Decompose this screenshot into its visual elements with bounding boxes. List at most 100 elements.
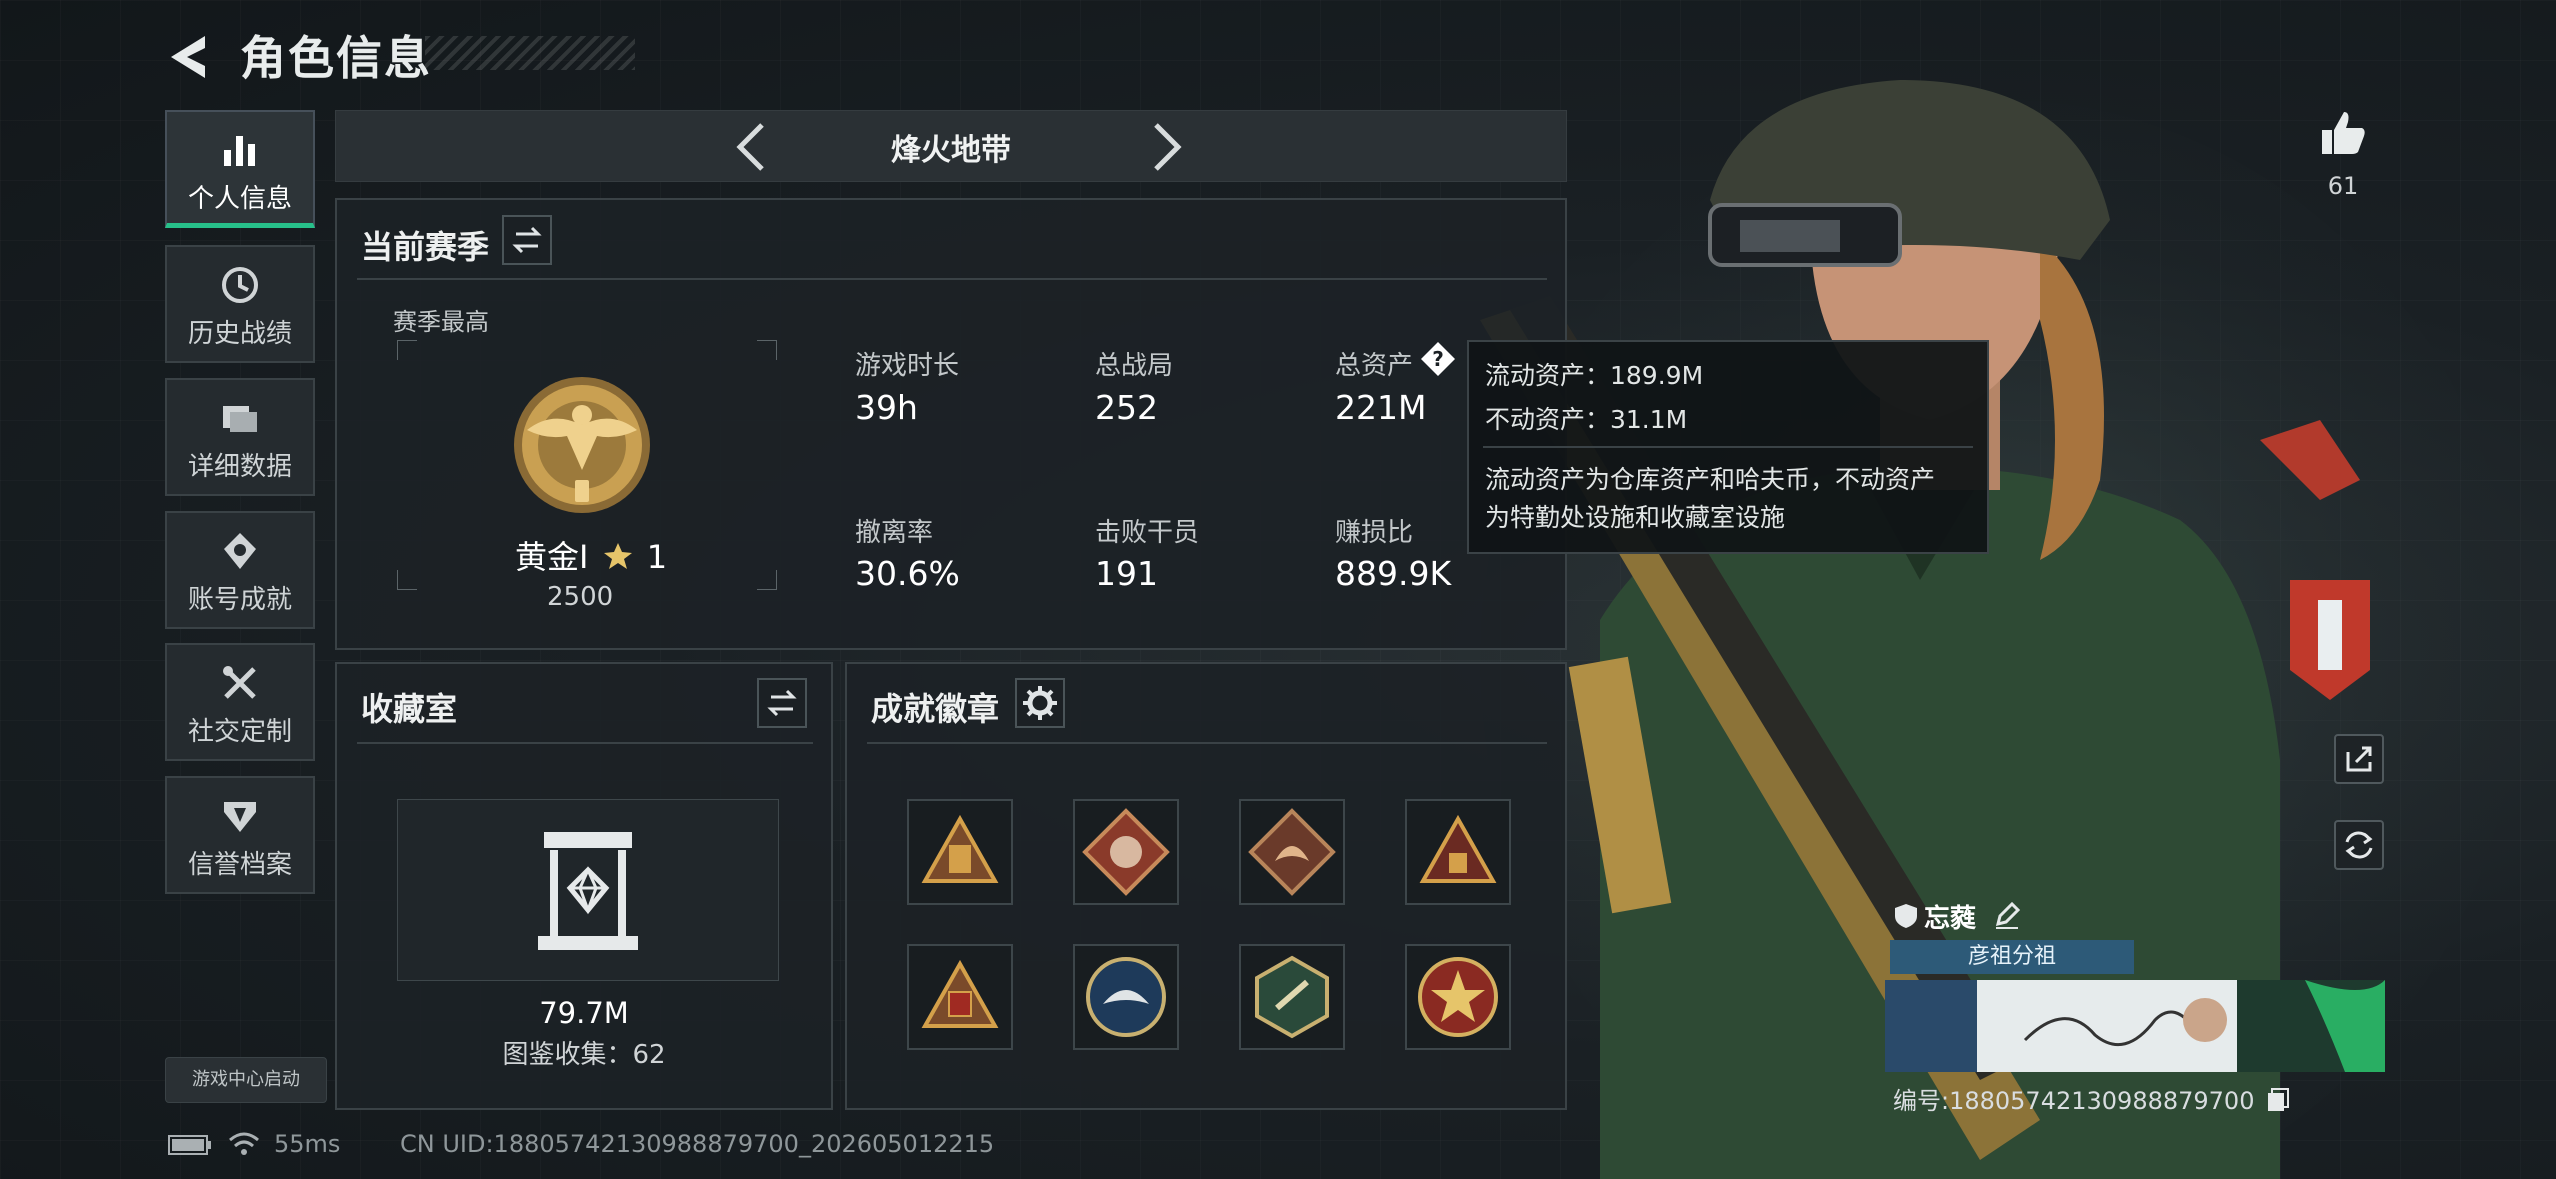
copy-icon[interactable] [2266, 1087, 2290, 1113]
title-decoration [425, 36, 635, 70]
player-card [1885, 980, 2385, 1072]
wolf-badge-icon [1082, 808, 1170, 896]
share-button[interactable] [2334, 734, 2384, 784]
refresh-button[interactable] [2334, 820, 2384, 870]
svg-text:?: ? [1432, 347, 1444, 371]
divider [357, 278, 1547, 280]
collection-switch-button[interactable] [757, 678, 807, 728]
sidebar-item-personal-info[interactable]: 个人信息 [165, 110, 315, 228]
vault-display-icon [538, 832, 638, 950]
rank-name: 黄金I [515, 538, 589, 576]
badge-1[interactable] [907, 799, 1013, 905]
divider [357, 742, 813, 744]
collection-count: 图鉴收集：62 [502, 1040, 666, 1070]
mode-title: 烽火地带 [891, 133, 1011, 168]
sidebar-item-history[interactable]: 历史战绩 [165, 245, 315, 363]
badges-title: 成就徽章 [871, 690, 1000, 728]
stat-value: 39h [855, 388, 918, 427]
badges-settings-button[interactable] [1015, 678, 1065, 728]
sidebar-item-social[interactable]: 社交定制 [165, 643, 315, 761]
refresh-icon [2345, 831, 2373, 859]
stat-value: 191 [1095, 554, 1158, 593]
season-panel: 当前赛季 赛季最高 黄金I 1 2500 游戏时长 39h 总战局 252 总资… [335, 198, 1567, 650]
wifi-icon [229, 1132, 259, 1155]
battery-icon [168, 1135, 211, 1155]
rank-stars: 1 [646, 538, 668, 576]
sidebar-item-label: 社交定制 [187, 717, 292, 747]
stat-label: 赚损比 [1335, 518, 1414, 548]
stat-label: 总资产 [1335, 351, 1414, 381]
badge-6[interactable] [1073, 944, 1179, 1050]
sidebar-item-label: 账号成就 [187, 585, 292, 615]
pyramid-badge-icon [921, 959, 999, 1028]
dragon-badge-icon [1248, 808, 1336, 896]
season-best-label: 赛季最高 [393, 308, 489, 336]
gold-rank-medal-icon [514, 377, 650, 513]
collection-panel[interactable]: 收藏室 79.7M 图鉴收集：62 [335, 662, 833, 1110]
player-card-art [1885, 980, 2385, 1072]
badge-7[interactable] [1239, 944, 1345, 1050]
collection-title: 收藏室 [361, 690, 458, 728]
tooltip-liquid-assets: 流动资产：189.9M [1485, 361, 1704, 390]
badge-4[interactable] [1405, 799, 1511, 905]
badge-8[interactable] [1405, 944, 1511, 1050]
divider [867, 742, 1547, 744]
stat-value: 889.9K [1335, 554, 1452, 593]
chevron-right-icon[interactable] [1136, 119, 1192, 175]
star-icon [603, 543, 632, 569]
pyramid-badge-icon [1419, 814, 1497, 883]
season-title: 当前赛季 [361, 228, 490, 266]
help-icon[interactable]: ? [1419, 340, 1457, 378]
shield-icon [224, 802, 256, 832]
page-title: 角色信息 [240, 31, 432, 85]
clock-icon [222, 267, 258, 303]
tooltip-fixed-assets: 不动资产：31.1M [1485, 405, 1688, 434]
mode-selector: 烽火地带 [335, 110, 1567, 182]
game-center-launch-button[interactable]: 游戏中心启动 [165, 1057, 327, 1103]
season-switch-button[interactable] [502, 215, 552, 265]
uid-status: CN UID:18805742130988879700_202605012215 [400, 1130, 995, 1158]
folder-icon [223, 406, 257, 432]
thumbs-up-icon[interactable] [2318, 108, 2368, 158]
bar-chart-icon [224, 136, 255, 166]
sidebar-item-details[interactable]: 详细数据 [165, 378, 315, 496]
back-arrow-icon[interactable] [165, 32, 215, 82]
collection-value: 79.7M [539, 996, 629, 1030]
stat-label: 撤离率 [855, 518, 934, 548]
stat-label: 总战局 [1095, 351, 1174, 381]
stat-value: 252 [1095, 388, 1158, 427]
stat-value: 221M [1335, 388, 1427, 427]
sidebar-item-label: 历史战绩 [187, 319, 292, 349]
sidebar-item-label: 信誉档案 [187, 850, 292, 880]
asset-tooltip: 流动资产：189.9M 不动资产：31.1M 流动资产为仓库资产和哈夫币，不动资… [1467, 340, 1989, 554]
badge-5[interactable] [907, 944, 1013, 1050]
badge-2[interactable] [1073, 799, 1179, 905]
likes-count: 61 [2327, 172, 2359, 200]
eagle-badge-icon [1086, 957, 1166, 1037]
sidebar-item-achievements[interactable]: 账号成就 [165, 511, 315, 629]
stat-label: 游戏时长 [855, 351, 960, 381]
player-serial-text: 编号:18805742130988879700 [1893, 1087, 2255, 1115]
swap-icon [512, 226, 542, 254]
collection-preview [397, 799, 779, 981]
edit-pencil-icon[interactable] [1992, 900, 2022, 930]
ping-status: 55ms [274, 1130, 341, 1158]
star-emblem-badge-icon [1418, 957, 1498, 1037]
tooltip-description: 流动资产为仓库资产和哈夫币，不动资产 [1485, 465, 1936, 494]
sidebar-item-label: 个人信息 [187, 184, 292, 214]
sidebar-item-credit[interactable]: 信誉档案 [165, 776, 315, 894]
badges-panel[interactable]: 成就徽章 [845, 662, 1567, 1110]
tooltip-description: 为特勤处设施和收藏室设施 [1485, 503, 1786, 532]
player-serial: 编号:18805742130988879700 [1893, 1081, 2290, 1116]
gear-icon [1023, 686, 1057, 720]
hexagon-badge-icon [1255, 955, 1329, 1039]
rank-score: 2500 [547, 582, 614, 612]
stat-value: 30.6% [855, 554, 960, 593]
share-icon [2346, 746, 2372, 772]
divider [1483, 446, 1973, 448]
badge-3[interactable] [1239, 799, 1345, 905]
tools-icon [223, 666, 256, 699]
pyramid-badge-icon [921, 814, 999, 883]
stat-label: 击败干员 [1095, 518, 1200, 548]
sidebar-item-label: 详细数据 [187, 452, 292, 482]
